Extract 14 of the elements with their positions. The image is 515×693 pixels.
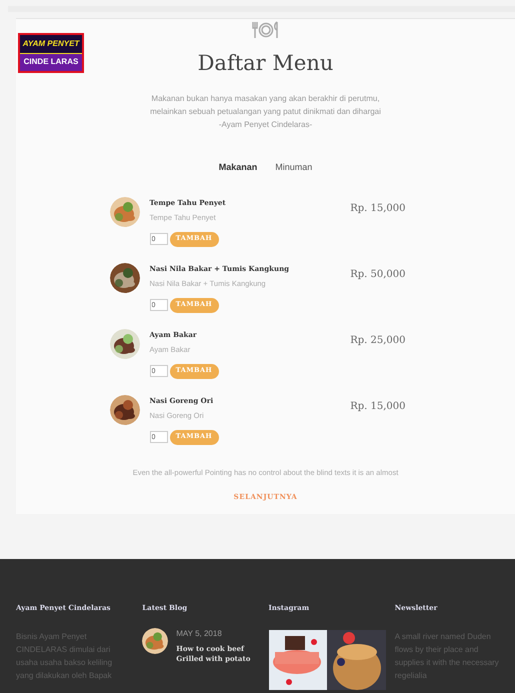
menu-tab[interactable]: Makanan	[218, 161, 258, 174]
cutlery-icon	[250, 21, 280, 39]
item-price: Rp. 25,000	[350, 334, 406, 348]
item-price: Rp. 15,000	[350, 400, 406, 414]
brand-logo[interactable]: AYAM PENYET CINDE LARAS	[18, 33, 84, 73]
intro-text: Makanan bukan hanya masakan yang akan berakhir di perutmu, melainkan sebuah petualangan yang patut dinikmati dan dihargai	[149, 93, 382, 118]
menu-tab[interactable]: Minuman	[275, 161, 312, 174]
item-price: Rp. 50,000	[350, 268, 406, 282]
logo-text: AYAM PENYET	[22, 38, 81, 50]
post-date: MAY 5, 2018	[176, 628, 223, 640]
item-price: Rp. 15,000	[350, 202, 406, 216]
logo-text: CINDE LARAS	[20, 52, 82, 71]
intro-text: -Ayam Penyet Cindelaras-	[218, 119, 312, 131]
page-title: Daftar Menu	[198, 53, 334, 74]
